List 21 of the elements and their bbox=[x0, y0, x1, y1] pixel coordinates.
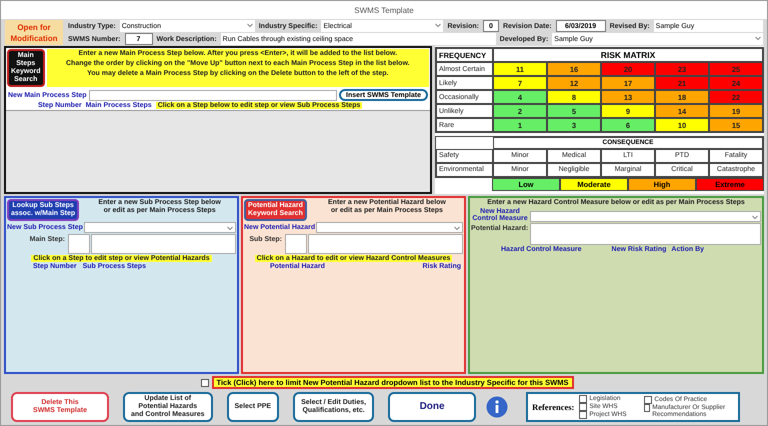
window-title: SWMS Template bbox=[354, 6, 414, 14]
step-number-field[interactable] bbox=[285, 234, 307, 254]
input-field[interactable] bbox=[88, 90, 338, 100]
checkbox[interactable] bbox=[644, 396, 652, 404]
input-field[interactable] bbox=[84, 222, 236, 233]
input-field[interactable] bbox=[316, 222, 463, 233]
checkbox[interactable] bbox=[579, 403, 588, 411]
checkbox[interactable] bbox=[579, 395, 588, 403]
action-button[interactable]: Done bbox=[388, 392, 476, 422]
references-label: References: bbox=[532, 402, 574, 412]
checkbox[interactable] bbox=[644, 404, 650, 412]
checkbox[interactable] bbox=[579, 411, 588, 419]
step-field[interactable] bbox=[91, 234, 236, 254]
hazard-field[interactable] bbox=[530, 223, 761, 245]
matrix-title: RISK MATRIX bbox=[493, 48, 763, 62]
input-field[interactable] bbox=[530, 211, 761, 222]
step-number-field[interactable] bbox=[68, 234, 90, 254]
step-field[interactable] bbox=[308, 234, 463, 254]
info-icon[interactable] bbox=[486, 396, 508, 418]
checkbox[interactable] bbox=[200, 378, 208, 386]
status-label: Open for Modification bbox=[5, 20, 63, 45]
